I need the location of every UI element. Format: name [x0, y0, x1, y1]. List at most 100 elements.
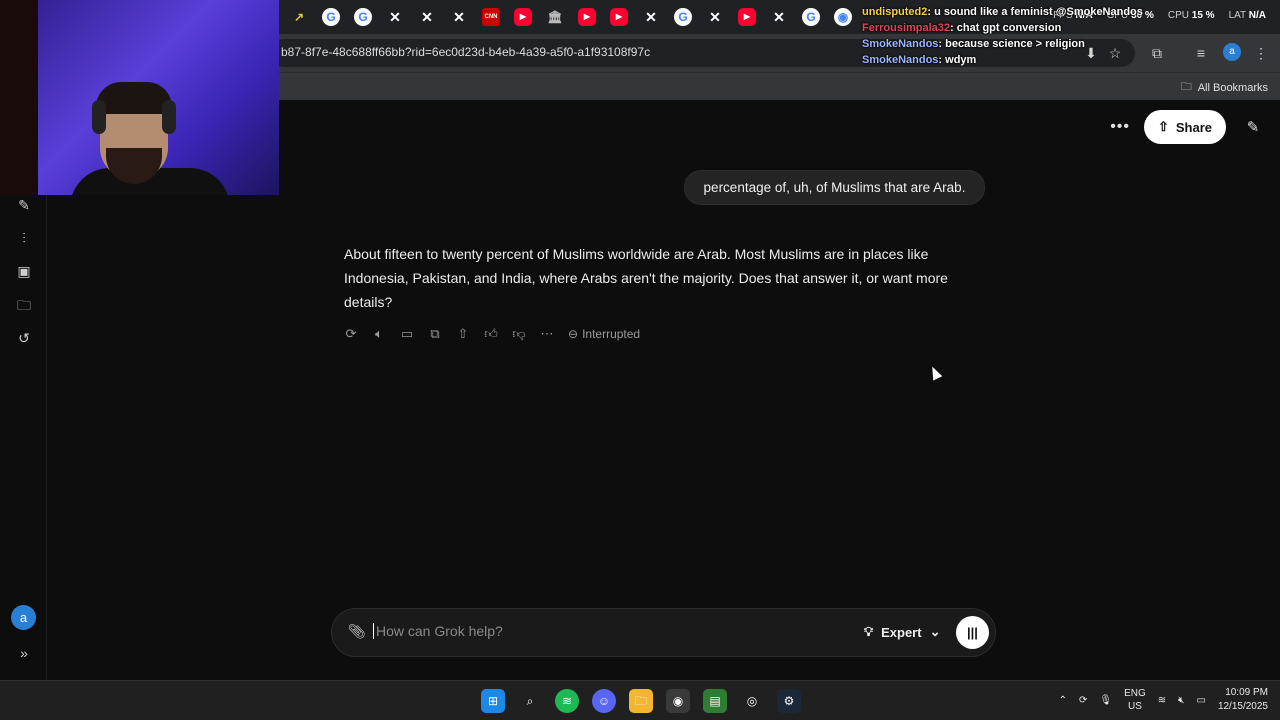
share-label: Share [1175, 119, 1213, 135]
system-tray: ⌃ ⟳ 🎙︎ ENG US ≋ 🔇︎ ▭ 10:09 PM 12/15/2025 [1059, 686, 1268, 714]
microphone-icon[interactable]: 🎙︎ [1099, 695, 1112, 706]
new-chat-icon[interactable]: ✎ [14, 195, 34, 215]
tab-chrome-icon[interactable]: ◉ [834, 8, 852, 26]
chat-text: u sound like a feminist @SmokeNandos [934, 6, 1143, 18]
composer: 📎︎ How can Grok help? 💡︎ Expert ⌄ ||| [331, 608, 996, 657]
obs-icon[interactable]: ◎ [740, 689, 764, 713]
read-aloud-icon[interactable]: 🔈︎ [372, 326, 386, 342]
user-avatar[interactable]: a [11, 605, 36, 630]
user-message: percentage of, uh, of Muslims that are A… [684, 170, 985, 205]
tab-trend-icon[interactable]: ↗ [290, 8, 308, 26]
attach-icon[interactable]: 📎︎ [348, 623, 366, 640]
cpu-stat: CPU 15 % [1167, 10, 1215, 21]
stream-chat-overlay: undisputed2: u sound like a feminist @Sm… [862, 4, 1162, 68]
chat-text: because science > religion [945, 38, 1085, 50]
tab-bank-icon[interactable]: 🏛 [546, 8, 564, 26]
steam-icon[interactable]: ⚙ [777, 689, 801, 713]
tab-icons: ↗ G G ✕ ✕ ✕ CNN ▶ 🏛 ▶ ▶ ✕ G ✕ ▶ ✕ G ◉ [290, 8, 852, 26]
comment-icon[interactable]: ▭ [400, 326, 414, 342]
chat-username: SmokeNandos [862, 54, 939, 66]
tab-x-icon[interactable]: ✕ [770, 8, 788, 26]
chat-message: Ferrousimpala32: chat gpt conversion [862, 22, 1062, 34]
spotify-icon[interactable]: ≋ [555, 689, 579, 713]
share-icon[interactable]: ⇧ [456, 326, 470, 342]
tab-x-icon[interactable]: ✕ [642, 8, 660, 26]
headphone-right [162, 100, 176, 134]
chrome-icon[interactable]: ◉ [666, 689, 690, 713]
mode-label: Expert [881, 624, 922, 640]
chat-message: SmokeNandos: because science > religion [862, 38, 1085, 50]
tab-google-icon[interactable]: G [802, 8, 820, 26]
lang-top: ENG [1124, 688, 1146, 699]
tab-google-icon[interactable]: G [354, 8, 372, 26]
more-options-icon[interactable]: ••• [1110, 118, 1130, 136]
webcam-overlay [0, 0, 279, 195]
tab-google-icon[interactable]: G [674, 8, 692, 26]
tab-youtube-icon[interactable]: ▶ [738, 8, 756, 26]
muted-speaker-icon[interactable]: 🔇︎ [1178, 695, 1184, 706]
lightbulb-icon: 💡︎ [864, 624, 874, 639]
share-button[interactable]: ⇧ Share [1144, 110, 1226, 144]
mode-selector[interactable]: 💡︎ Expert ⌄ [864, 624, 940, 640]
headphone-left [92, 100, 106, 134]
lang-bottom: US [1127, 701, 1142, 712]
regenerate-icon[interactable]: ⟳ [344, 326, 358, 342]
tab-youtube-icon[interactable]: ▶ [514, 8, 532, 26]
tab-google-icon[interactable]: G [322, 8, 340, 26]
all-bookmarks-label: All Bookmarks [1197, 81, 1268, 94]
tab-x-icon[interactable]: ✕ [706, 8, 724, 26]
history-icon[interactable]: ↺ [14, 328, 34, 348]
search-icon[interactable]: ⌕ [518, 689, 542, 713]
clock-time: 10:09 PM [1225, 687, 1268, 698]
sync-icon[interactable]: ⟳ [1079, 695, 1087, 706]
webcam-person-hair [96, 82, 172, 114]
tab-x-icon[interactable]: ✕ [450, 8, 468, 26]
tab-x-icon[interactable]: ✕ [418, 8, 436, 26]
chat-username: undisputed2 [862, 6, 928, 18]
windows-start-icon[interactable]: ⊞ [481, 689, 505, 713]
all-bookmarks-button[interactable]: 🗀 All Bookmarks [1181, 78, 1268, 97]
media-control-icon[interactable]: ≡ [1192, 44, 1210, 62]
tab-x-icon[interactable]: ✕ [386, 8, 404, 26]
imagine-icon[interactable]: ▣ [14, 261, 34, 281]
chat-username: SmokeNandos [862, 38, 939, 50]
chevron-up-icon[interactable]: ⌃ [1059, 695, 1067, 706]
app-icon[interactable]: ▤ [703, 689, 727, 713]
expand-sidebar-icon[interactable]: » [14, 643, 34, 663]
more-icon[interactable]: ⋯ [540, 326, 554, 342]
chat-text: chat gpt conversion [956, 22, 1062, 34]
screen: ↗ G G ✕ ✕ ✕ CNN ▶ 🏛 ▶ ▶ ✕ G ✕ ▶ ✕ G ◉ FP… [0, 0, 1280, 720]
file-explorer-icon[interactable]: 🗀 [629, 689, 653, 713]
clock[interactable]: 10:09 PM 12/15/2025 [1218, 686, 1268, 714]
battery-icon[interactable]: ▭ [1196, 695, 1205, 706]
profile-avatar[interactable]: a [1223, 43, 1241, 61]
thumbs-up-icon[interactable]: 👍︎ [484, 326, 498, 342]
chat-message: SmokeNandos: wdym [862, 54, 977, 66]
clock-date: 12/15/2025 [1217, 701, 1268, 712]
menu-kebab-icon[interactable]: ⋮ [1252, 44, 1270, 62]
prompt-placeholder: How can Grok help? [376, 623, 503, 639]
voice-wave-icon[interactable]: ⫶ [14, 228, 34, 248]
message-actions: ⟳ 🔈︎ ▭ ⧉ ⇧ 👍︎ 👎︎ ⋯ ⊖ Interrupted [344, 326, 641, 342]
url-text[interactable]: b87-8f7e-48c688ff66bb?rid=6ec0d23d-b4eb-… [281, 45, 650, 59]
mouse-cursor [927, 364, 943, 381]
prompt-input[interactable]: How can Grok help? [373, 623, 813, 639]
thumbs-down-icon[interactable]: 👎︎ [512, 326, 526, 342]
copy-icon[interactable]: ⧉ [428, 326, 442, 342]
new-chat-edit-icon[interactable]: ✎ [1240, 118, 1266, 136]
discord-icon[interactable]: ☺ [592, 689, 616, 713]
tab-cnn-icon[interactable]: CNN [482, 8, 500, 26]
conversation-actions: ••• ⇧ Share ✎ [1110, 110, 1266, 144]
tab-youtube-icon[interactable]: ▶ [610, 8, 628, 26]
status-label: Interrupted [582, 327, 641, 341]
projects-folder-icon[interactable]: 🗀 [14, 295, 34, 315]
chevron-down-icon: ⌄ [929, 624, 941, 639]
minus-circle-icon: ⊖ [568, 327, 579, 341]
tab-youtube-icon[interactable]: ▶ [578, 8, 596, 26]
chat-text: wdym [945, 54, 977, 66]
language-indicator[interactable]: ENG US [1124, 687, 1146, 713]
assistant-message: About fifteen to twenty percent of Musli… [344, 246, 948, 310]
wifi-icon[interactable]: ≋ [1158, 695, 1166, 706]
voice-mode-button[interactable]: ||| [956, 616, 989, 649]
status-interrupted: ⊖ Interrupted [568, 327, 640, 341]
